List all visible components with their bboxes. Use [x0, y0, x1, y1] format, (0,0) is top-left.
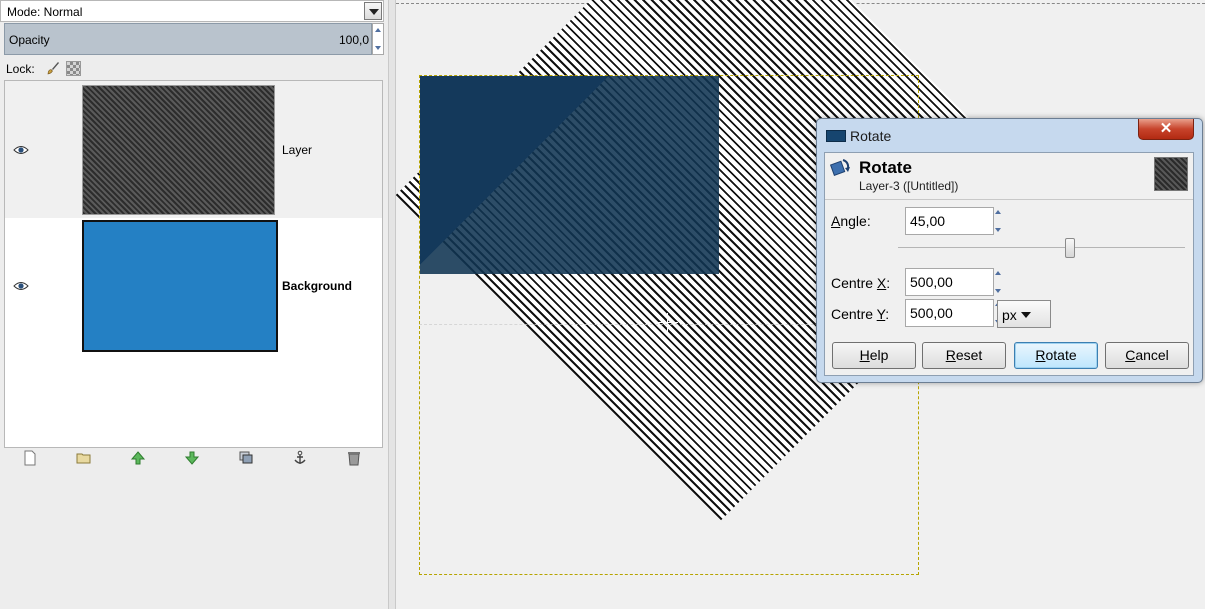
list-item[interactable]: Layer: [5, 81, 382, 218]
dialog-title: Rotate: [850, 128, 892, 144]
unit-dropdown[interactable]: px: [997, 300, 1051, 328]
close-button[interactable]: ✕: [1138, 119, 1194, 140]
centre-y-input[interactable]: 500,00: [905, 299, 994, 327]
dialog-header-subtitle: Layer-3 ([Untitled]): [859, 179, 959, 193]
window-icon: [826, 130, 846, 142]
spin-down-icon[interactable]: [995, 289, 1001, 293]
opacity-value: 100,0: [338, 33, 369, 47]
panel-divider[interactable]: [388, 0, 396, 609]
anchor-icon[interactable]: [292, 450, 308, 466]
spin-up-icon[interactable]: [375, 28, 381, 32]
eye-icon[interactable]: [13, 281, 29, 291]
layer-toolbar: [4, 450, 383, 470]
dialog-body: Rotate Layer-3 ([Untitled]) Angle: 45,00…: [824, 152, 1194, 376]
mode-dropdown[interactable]: Mode: Normal: [0, 0, 384, 22]
layer-list: Layer Background: [4, 80, 383, 448]
dialog-titlebar[interactable]: Rotate ✕: [817, 119, 1202, 151]
layers-panel: Mode: Normal Opacity 100,0 Lock: Layer B…: [0, 0, 388, 609]
centre-x-spinner[interactable]: [993, 268, 1003, 296]
spin-up-icon[interactable]: [995, 271, 1001, 275]
divider: [825, 199, 1193, 200]
opacity-label: Opacity: [9, 33, 50, 47]
cancel-button[interactable]: Cancel: [1105, 342, 1189, 369]
chevron-down-icon[interactable]: [364, 2, 382, 20]
raise-layer-icon[interactable]: [130, 450, 146, 466]
chevron-down-icon: [1021, 312, 1031, 318]
reset-button[interactable]: Reset: [922, 342, 1006, 369]
angle-input[interactable]: 45,00: [905, 207, 994, 235]
angle-slider[interactable]: [898, 238, 1185, 258]
mode-label: Mode: Normal: [7, 5, 83, 19]
delete-icon[interactable]: [346, 450, 362, 466]
layer-name[interactable]: Layer: [282, 143, 312, 157]
rotate-dialog: Rotate ✕ Rotate Layer-3 ([Untitled]) Ang…: [816, 118, 1203, 383]
unit-value: px: [1002, 307, 1017, 323]
help-button[interactable]: Help: [832, 342, 916, 369]
spin-up-icon[interactable]: [995, 210, 1001, 214]
centre-y-label: Centre Y:: [831, 306, 890, 322]
opacity-slider[interactable]: Opacity 100,0: [4, 23, 372, 55]
paintbrush-icon[interactable]: [46, 61, 60, 75]
layer-thumbnail: [82, 220, 278, 352]
list-item[interactable]: Background: [5, 218, 382, 354]
slider-handle[interactable]: [1065, 238, 1076, 258]
open-folder-icon[interactable]: [76, 450, 92, 466]
layer-thumbnail: [82, 85, 275, 215]
layer-name[interactable]: Background: [282, 279, 352, 293]
layer-preview-thumbnail: [1154, 157, 1188, 191]
spin-down-icon[interactable]: [375, 46, 381, 50]
centre-x-label: Centre X:: [831, 275, 891, 291]
lower-layer-icon[interactable]: [184, 450, 200, 466]
alpha-lock-icon[interactable]: [66, 61, 81, 76]
lock-label: Lock:: [6, 62, 35, 76]
rotate-button[interactable]: Rotate: [1014, 342, 1098, 369]
new-layer-icon[interactable]: [22, 450, 38, 466]
opacity-spin-buttons[interactable]: [372, 23, 384, 55]
dialog-header-title: Rotate: [859, 158, 912, 177]
duplicate-layer-icon[interactable]: [238, 450, 254, 466]
angle-label: Angle:: [831, 213, 871, 229]
angle-spinner[interactable]: [993, 207, 1003, 235]
rotate-icon: [829, 159, 850, 176]
spin-down-icon[interactable]: [995, 228, 1001, 232]
eye-icon[interactable]: [13, 145, 29, 155]
centre-x-input[interactable]: 500,00: [905, 268, 994, 296]
rotation-center-handle[interactable]: [658, 313, 678, 333]
